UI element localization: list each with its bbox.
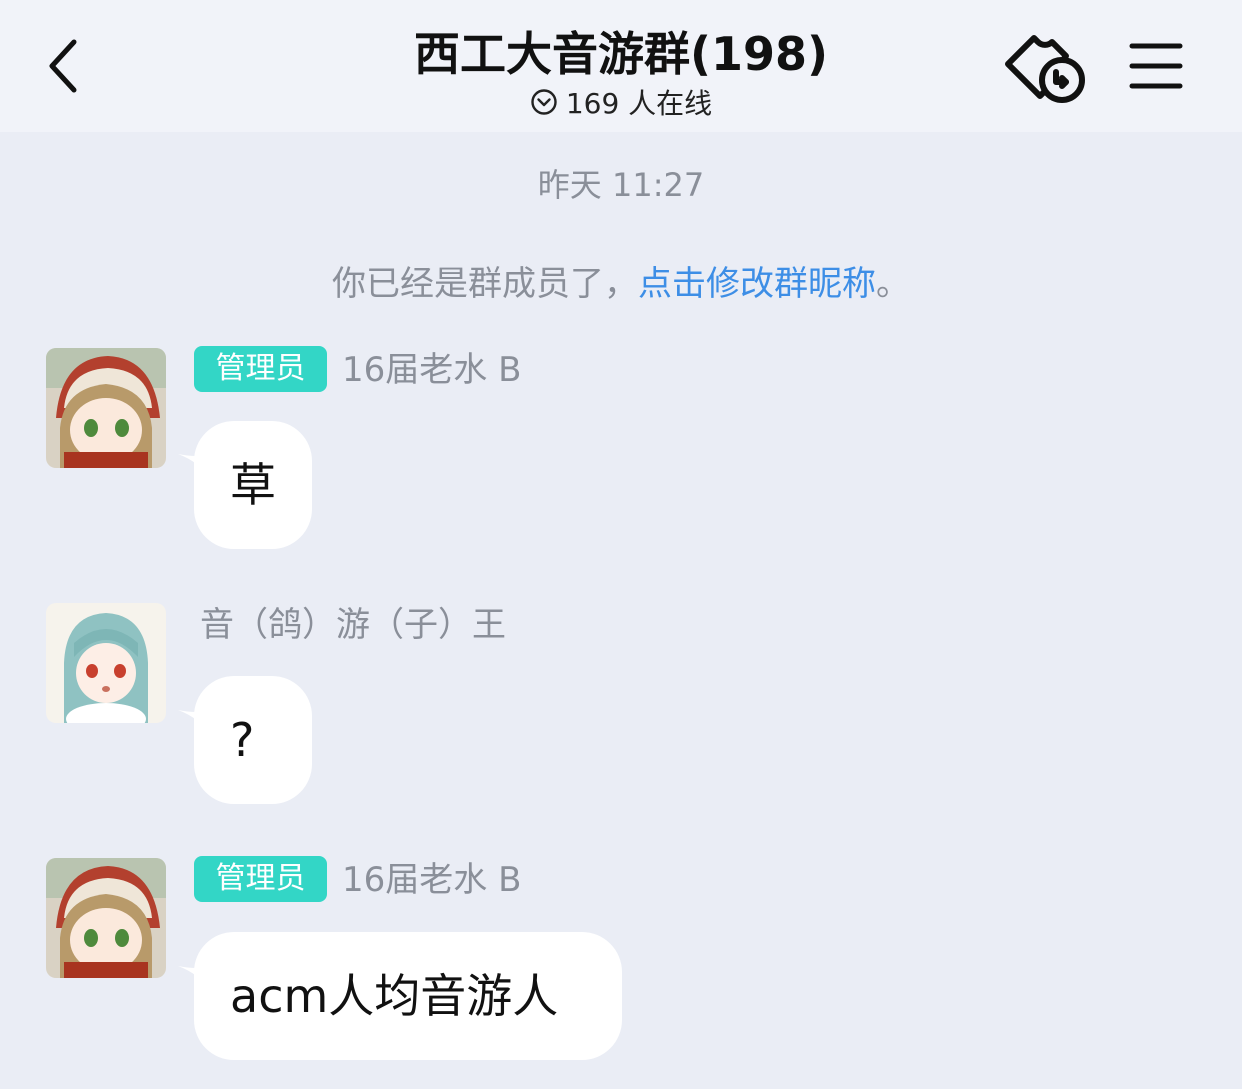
chat-timestamp: 昨天 11:27 [537,166,705,204]
sender-name[interactable]: 16届老水 B [342,857,521,903]
system-message-text: 你已经是群成员了， [332,264,638,304]
system-message-suffix: 。 [876,264,910,304]
message-bubble[interactable]: acm人均音游人 [194,932,622,1060]
avatar[interactable] [46,348,166,468]
admin-badge: 管理员 [194,346,327,392]
message-bubble[interactable]: ? [194,676,312,804]
chevron-down-circle-icon [531,89,557,115]
sender-name[interactable]: 16届老水 B [342,347,521,393]
chat-header: 西工大音游群(198) 169 人在线 [0,0,1242,132]
edit-nickname-link[interactable]: 点击修改群昵称 [638,264,876,304]
avatar[interactable] [46,603,166,723]
avatar[interactable] [46,858,166,978]
ticket-icon[interactable] [1000,28,1092,108]
system-message: 你已经是群成员了，点击修改群昵称。 [0,256,1242,305]
admin-badge: 管理员 [194,856,327,902]
hamburger-icon[interactable] [1128,40,1184,92]
online-count: 169 人在线 [565,87,713,120]
sender-name[interactable]: 音（鸽）游（子）王 [200,602,506,648]
message-bubble[interactable]: 草 [194,421,312,549]
